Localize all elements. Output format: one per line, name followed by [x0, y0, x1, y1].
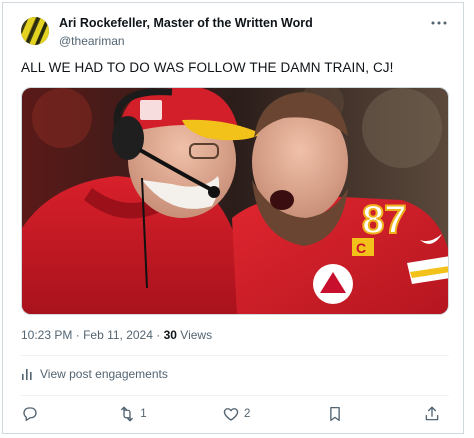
post-action-bar: 1 2	[21, 401, 445, 427]
post-photo[interactable]: 87 C	[21, 87, 449, 315]
view-engagements-label: View post engagements	[40, 367, 168, 381]
views-label: Views	[180, 328, 213, 342]
post-header: Ari Rockefeller, Master of the Written W…	[3, 3, 463, 53]
share-icon	[425, 406, 439, 421]
repost-icon	[121, 406, 134, 422]
meta-separator: ·	[156, 328, 161, 342]
meta-separator: ·	[75, 328, 80, 342]
divider	[21, 395, 449, 396]
heart-icon	[223, 408, 239, 421]
post-date[interactable]: Feb 11, 2024	[83, 328, 153, 342]
author-display-name[interactable]: Ari Rockefeller, Master of the Written W…	[59, 16, 313, 30]
bar-chart-icon	[22, 369, 32, 380]
svg-text:C: C	[356, 240, 366, 256]
post-timestamp-views: 10:23 PM · Feb 11, 2024 · 30 Views	[21, 328, 212, 342]
divider	[21, 355, 449, 356]
author-handle[interactable]: @theariman	[59, 34, 125, 48]
bookmark-button[interactable]	[326, 405, 348, 423]
more-options-icon[interactable]	[427, 13, 451, 33]
post-card[interactable]: Ari Rockefeller, Master of the Written W…	[2, 2, 464, 434]
post-time[interactable]: 10:23 PM	[21, 328, 72, 342]
views-count: 30	[163, 328, 177, 342]
reply-button[interactable]	[21, 405, 43, 423]
view-engagements-link[interactable]: View post engagements	[21, 367, 168, 381]
striped-avatar-icon[interactable]	[21, 17, 49, 45]
jersey-number: 87	[362, 198, 407, 242]
share-button[interactable]	[423, 405, 445, 423]
reply-icon	[23, 407, 37, 422]
post-text: ALL WE HAD TO DO WAS FOLLOW THE DAMN TRA…	[21, 60, 394, 75]
repost-count: 1	[140, 408, 147, 420]
repost-button[interactable]: 1	[118, 405, 147, 423]
like-button[interactable]: 2	[222, 405, 250, 423]
like-count: 2	[244, 408, 251, 420]
bookmark-icon	[329, 406, 340, 422]
